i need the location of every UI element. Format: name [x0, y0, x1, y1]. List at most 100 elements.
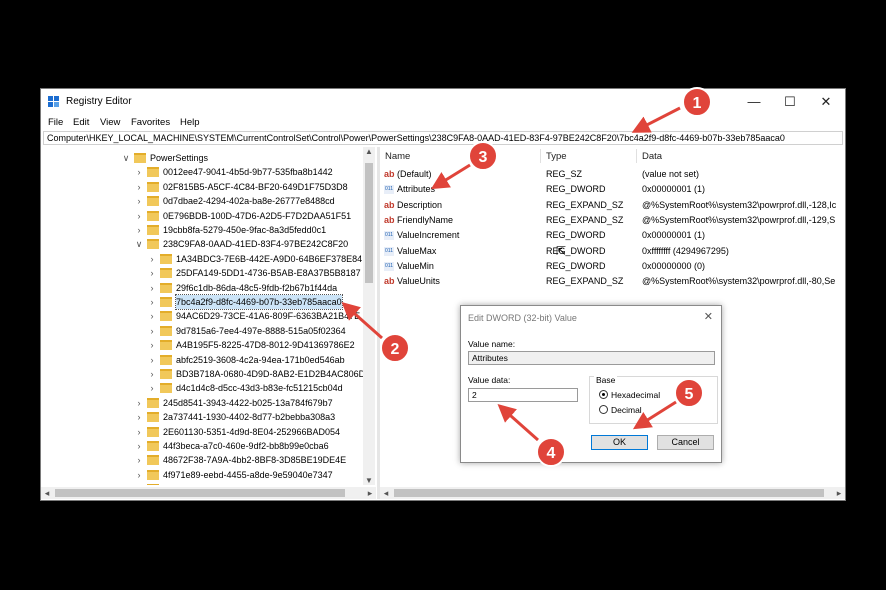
folder-icon — [160, 354, 172, 365]
scroll-up-icon[interactable]: ▲ — [363, 147, 375, 156]
tree-item[interactable]: › 0012ee47-9041-4b5d-9b77-535fba8b1442 — [41, 165, 371, 179]
tree-item[interactable]: › 4faab71a-92e5-4726-b531-224559672d19 — [41, 482, 371, 485]
chevron-right-icon[interactable]: › — [134, 194, 144, 208]
table-row[interactable]: ab Description REG_EXPAND_SZ @%SystemRoot%\… — [380, 198, 845, 213]
tree-item[interactable]: › 4f971e89-eebd-4455-a8de-9e59040e7347 — [41, 468, 371, 482]
tree-item[interactable]: › 94AC6D29-73CE-41A6-809F-6363BA21B47E — [41, 309, 371, 323]
tree-item[interactable]: › BD3B718A-0680-4D9D-8AB2-E1D2B4AC806D — [41, 367, 371, 381]
table-row[interactable]: 011 ValueMax REG_DWORD 0xffffffff (42949672… — [380, 244, 845, 259]
column-header-type[interactable]: Type — [546, 151, 567, 162]
tree-item[interactable]: › abfc2519-3608-4c2a-94ea-171b0ed546ab — [41, 353, 371, 367]
tree-item[interactable]: › 0E796BDB-100D-47D6-A2D5-F7D2DAA51F51 — [41, 209, 371, 223]
chevron-right-icon[interactable]: › — [134, 425, 144, 439]
scroll-right-icon[interactable]: ▸ — [364, 487, 376, 499]
tree-item[interactable]: › A4B195F5-8225-47D8-8012-9D41369786E2 — [41, 338, 371, 352]
table-row[interactable]: 011 ValueMin REG_DWORD 0x00000000 (0) — [380, 259, 845, 274]
menu-edit[interactable]: Edit — [73, 117, 89, 128]
table-row[interactable]: ab ValueUnits REG_EXPAND_SZ @%SystemRoot%\s… — [380, 274, 845, 289]
value-data-input[interactable]: 2 — [468, 388, 578, 402]
decimal-label[interactable]: Decimal — [611, 405, 642, 415]
table-row[interactable]: 011 ValueIncrement REG_DWORD 0x00000001 (1) — [380, 228, 845, 243]
tree-item-label: 7bc4a2f9-d8fc-4469-b07b-33eb785aaca0 — [175, 294, 343, 310]
folder-icon — [147, 469, 159, 480]
folder-icon — [147, 167, 159, 178]
values-hscroll-thumb[interactable] — [394, 489, 824, 497]
tree-item[interactable]: ∨ PowerSettings — [41, 151, 371, 165]
values-horizontal-scrollbar[interactable]: ◂ ▸ — [380, 487, 845, 499]
chevron-right-icon[interactable]: › — [147, 367, 157, 381]
tree-item[interactable]: › 19cbb8fa-5279-450e-9fac-8a3d5fedd0c1 — [41, 223, 371, 237]
cell-name: Attributes — [397, 184, 436, 195]
table-row[interactable]: 011 Attributes REG_DWORD 0x00000001 (1) — [380, 182, 845, 197]
chevron-right-icon[interactable]: › — [134, 468, 144, 482]
tree-item[interactable]: › 02F815B5-A5CF-4C84-BF20-649D1F75D3D8 — [41, 180, 371, 194]
chevron-right-icon[interactable]: › — [134, 410, 144, 424]
tree-item[interactable]: › 25DFA149-5DD1-4736-B5AB-E8A37B5B8187 — [41, 266, 371, 280]
tree-item[interactable]: › 44f3beca-a7c0-460e-9df2-bb8b99e0cba6 — [41, 439, 371, 453]
scroll-right-icon[interactable]: ▸ — [833, 487, 845, 499]
tree-item[interactable]: › 245d8541-3943-4422-b025-13a784f679b7 — [41, 396, 371, 410]
chevron-right-icon[interactable]: › — [147, 353, 157, 367]
folder-icon — [147, 441, 159, 451]
hexadecimal-label[interactable]: Hexadecimal — [611, 390, 660, 400]
chevron-right-icon[interactable]: › — [134, 223, 144, 237]
tree-item[interactable]: › d4c1d4c8-d5cc-43d3-b83e-fc51215cb04d — [41, 381, 371, 395]
ok-button[interactable]: OK — [591, 435, 648, 450]
tree-vertical-scrollbar[interactable]: ▲ ▼ — [363, 147, 375, 485]
chevron-right-icon[interactable]: › — [147, 252, 157, 266]
maximize-button[interactable]: ☐ — [772, 89, 808, 115]
chevron-down-icon[interactable]: ∨ — [121, 151, 131, 165]
hexadecimal-radio[interactable] — [599, 390, 608, 399]
column-header-data[interactable]: Data — [642, 151, 662, 162]
chevron-right-icon[interactable]: › — [134, 209, 144, 223]
tree-hscroll-thumb[interactable] — [55, 489, 345, 497]
dialog-close-icon[interactable]: ✕ — [704, 310, 713, 323]
tree-item-label: PowerSettings — [150, 153, 209, 163]
tree-horizontal-scrollbar[interactable]: ◂ ▸ — [41, 487, 376, 499]
tree-item[interactable]: ∨ 238C9FA8-0AAD-41ED-83F4-97BE242C8F20 — [41, 237, 371, 251]
menu-view[interactable]: View — [100, 117, 120, 128]
chevron-right-icon[interactable]: › — [147, 338, 157, 352]
chevron-right-icon[interactable]: › — [134, 439, 144, 453]
decimal-radio[interactable] — [599, 405, 608, 414]
tree-scroll-thumb[interactable] — [365, 163, 373, 283]
chevron-right-icon[interactable]: › — [147, 324, 157, 338]
chevron-right-icon[interactable]: › — [147, 295, 157, 309]
tree-item[interactable]: › 29f6c1db-86da-48c5-9fdb-f2b67b1f44da — [41, 281, 371, 295]
close-button[interactable]: ✕ — [808, 89, 844, 115]
address-bar[interactable]: Computer\HKEY_LOCAL_MACHINE\SYSTEM\Curre… — [43, 131, 843, 145]
menu-file[interactable]: File — [48, 117, 63, 128]
tree-item[interactable]: › 2a737441-1930-4402-8d77-b2bebba308a3 — [41, 410, 371, 424]
menu-help[interactable]: Help — [180, 117, 200, 128]
tree-item-label: 0012ee47-9041-4b5d-9b77-535fba8b1442 — [163, 167, 333, 178]
tree-item[interactable]: › 48672F38-7A9A-4bb2-8BF8-3D85BE19DE4E — [41, 453, 371, 467]
chevron-right-icon[interactable]: › — [147, 381, 157, 395]
cancel-button[interactable]: Cancel — [657, 435, 714, 450]
column-separator[interactable] — [540, 149, 541, 163]
chevron-right-icon[interactable]: › — [134, 180, 144, 194]
chevron-right-icon[interactable]: › — [134, 396, 144, 410]
table-row[interactable]: ab (Default) REG_SZ (value not set) — [380, 167, 845, 182]
chevron-right-icon[interactable]: › — [134, 482, 144, 485]
scroll-left-icon[interactable]: ◂ — [41, 487, 53, 499]
chevron-right-icon[interactable]: › — [147, 309, 157, 323]
chevron-right-icon[interactable]: › — [134, 165, 144, 179]
scroll-down-icon[interactable]: ▼ — [363, 476, 375, 485]
tree-item[interactable]: › 9d7815a6-7ee4-497e-8888-515a05f02364 — [41, 324, 371, 338]
chevron-right-icon[interactable]: › — [147, 266, 157, 280]
chevron-right-icon[interactable]: › — [134, 453, 144, 467]
menu-favorites[interactable]: Favorites — [131, 117, 170, 128]
chevron-down-icon[interactable]: ∨ — [134, 237, 144, 251]
chevron-right-icon[interactable]: › — [147, 281, 157, 295]
tree-item[interactable]: › 7bc4a2f9-d8fc-4469-b07b-33eb785aaca0 — [41, 294, 371, 310]
tree-item[interactable]: › 2E601130-5351-4d9d-8E04-252966BAD054 — [41, 425, 371, 439]
minimize-button[interactable]: — — [736, 89, 772, 115]
column-separator[interactable] — [636, 149, 637, 163]
tree-item[interactable]: › 0d7dbae2-4294-402a-ba8e-26777e8488cd — [41, 194, 371, 208]
column-header-name[interactable]: Name — [385, 151, 410, 162]
folder-icon — [147, 239, 159, 250]
folder-icon — [147, 484, 159, 485]
scroll-left-icon[interactable]: ◂ — [380, 487, 392, 499]
tree-item[interactable]: › 1A34BDC3-7E6B-442E-A9D0-64B6EF378E84 — [41, 252, 371, 266]
table-row[interactable]: ab FriendlyName REG_EXPAND_SZ @%SystemRoot%… — [380, 213, 845, 228]
